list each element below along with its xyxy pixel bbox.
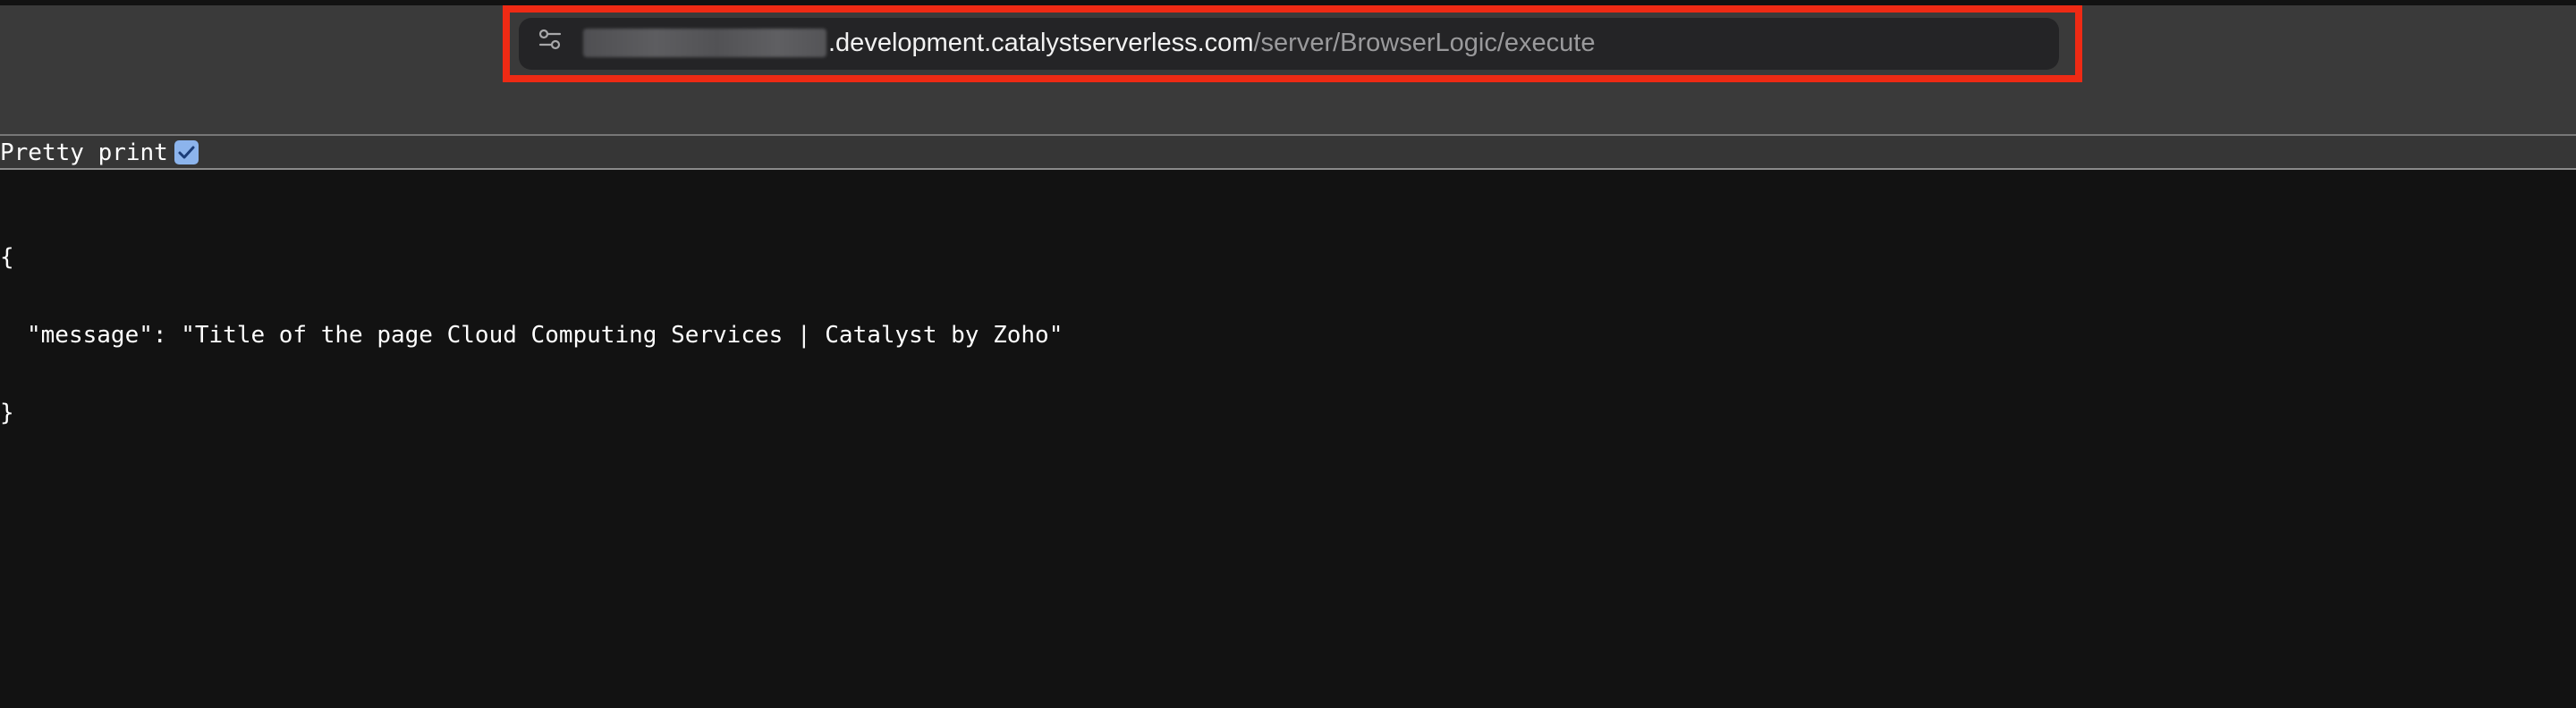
json-entry: "message": "Title of the page Cloud Comp…	[0, 323, 1063, 349]
pretty-print-checkbox[interactable]	[174, 140, 199, 164]
pretty-print-bar	[0, 136, 2576, 170]
json-body: { "message": "Title of the page Cloud Co…	[0, 193, 1063, 452]
json-open-brace: {	[0, 244, 14, 271]
url-path: /server/BrowserLogic/execute	[1253, 28, 1596, 57]
json-value: "Title of the page Cloud Computing Servi…	[181, 322, 1063, 349]
address-bar-url[interactable]: .development.catalystserverless.com /ser…	[583, 25, 1595, 61]
pretty-print-label: Pretty print	[0, 139, 168, 166]
json-key: "message"	[27, 322, 153, 349]
json-close-brace: }	[0, 400, 14, 426]
checkmark-icon	[178, 146, 195, 159]
json-colon: :	[152, 322, 182, 349]
redacted-subdomain	[583, 29, 826, 57]
tune-sliders-icon[interactable]	[538, 29, 562, 50]
url-host: .development.catalystserverless.com	[828, 28, 1254, 57]
